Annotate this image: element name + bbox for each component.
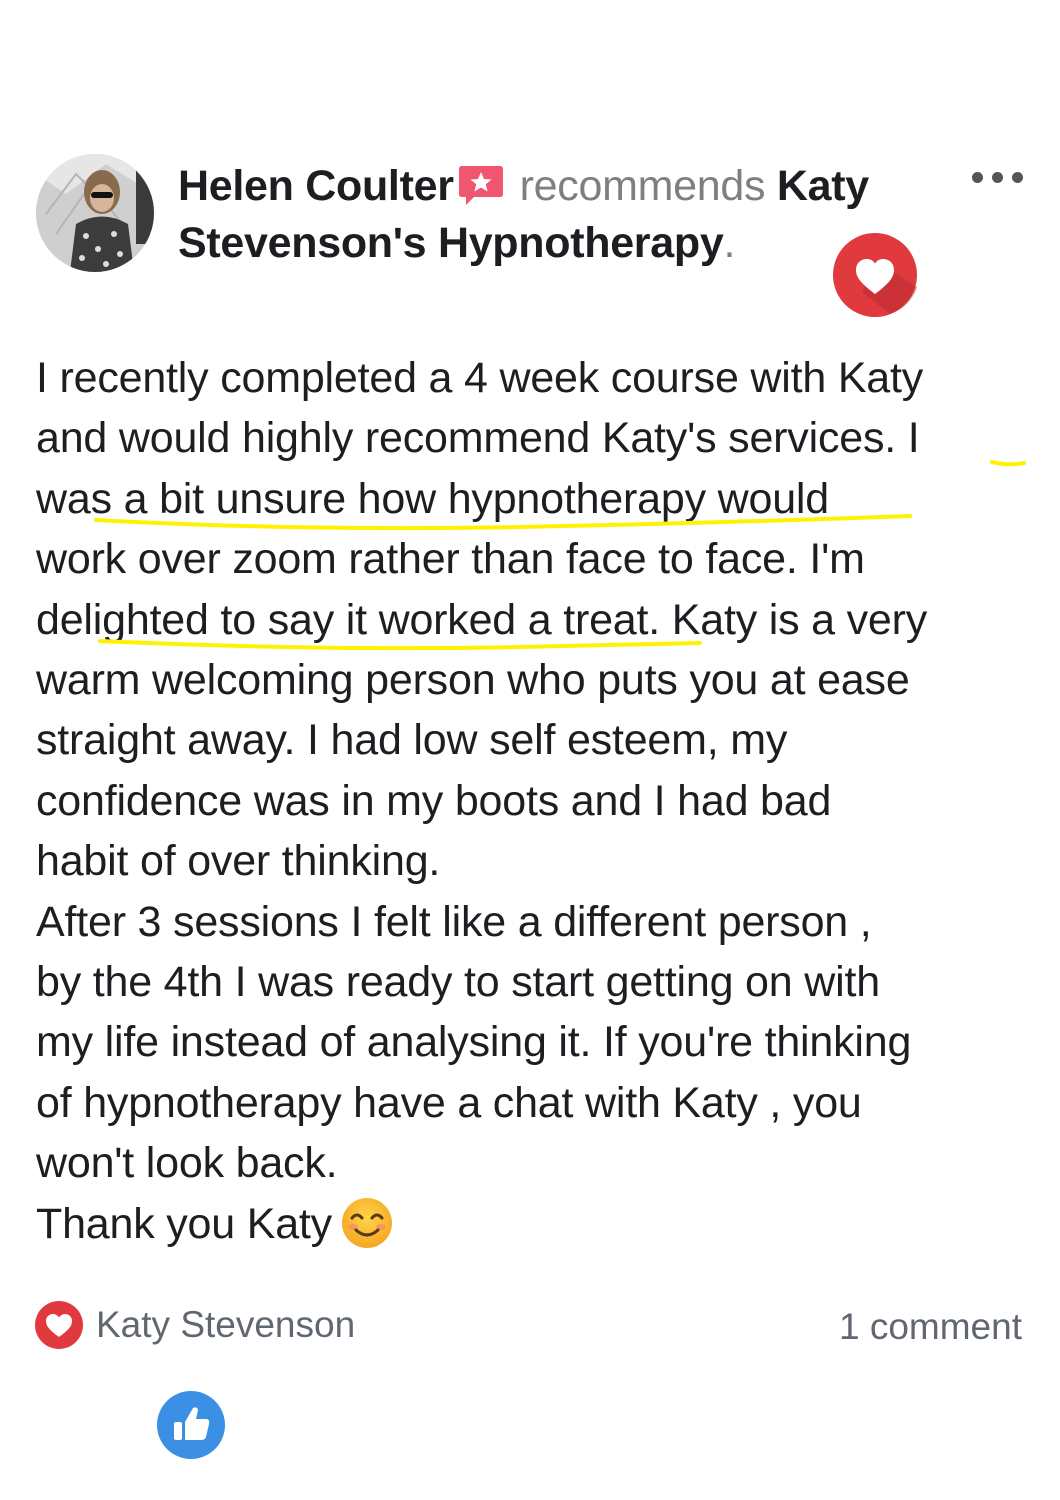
- more-options-icon[interactable]: [972, 168, 1032, 188]
- author-name[interactable]: Helen Coulter: [178, 162, 454, 210]
- review-line: work over zoom rather than face to face.…: [36, 535, 865, 584]
- review-line: won't look back.: [36, 1139, 338, 1188]
- heart-badge-icon: [833, 233, 917, 317]
- review-closing: Thank you Katy: [36, 1194, 1036, 1254]
- reactions-summary[interactable]: Katy Stevenson: [34, 1300, 355, 1350]
- smiling-face-emoji: [341, 1197, 392, 1248]
- review-line: by the 4th I was ready to start getting …: [36, 958, 880, 1007]
- review-line: straight away. I had low self esteem, my: [36, 716, 788, 765]
- recommends-label: recommends: [519, 162, 766, 210]
- review-line: confidence was in my boots and I had bad: [36, 776, 832, 825]
- thumbs-up-icon[interactable]: [156, 1390, 226, 1460]
- header-period: .: [723, 219, 736, 267]
- closing-text: Thank you Katy: [36, 1199, 332, 1248]
- review-line: delighted to say it worked a treat. Katy…: [36, 595, 928, 644]
- author-avatar[interactable]: [36, 154, 154, 272]
- love-reaction-icon: [35, 1301, 83, 1349]
- comments-count-link[interactable]: 1 comment: [839, 1306, 1022, 1348]
- review-line: of hypnotherapy have a chat with Katy , …: [36, 1078, 862, 1127]
- review-line: After 3 sessions I felt like a different…: [36, 897, 872, 946]
- reactor-name: Katy Stevenson: [96, 1304, 356, 1345]
- review-line: habit of over thinking.: [36, 837, 441, 886]
- review-line: and would highly recommend Katy's servic…: [36, 414, 920, 463]
- recommend-star-icon: [458, 166, 503, 205]
- review-line: warm welcoming person who puts you at ea…: [36, 656, 910, 705]
- review-text: I recently completed a 4 week course wit…: [36, 348, 1036, 1254]
- review-line: my life instead of analysing it. If you'…: [36, 1018, 912, 1067]
- review-line: was a bit unsure how hypnotherapy would: [36, 474, 829, 523]
- review-line: I recently completed a 4 week course wit…: [36, 354, 924, 402]
- avatar-photo: [36, 154, 154, 272]
